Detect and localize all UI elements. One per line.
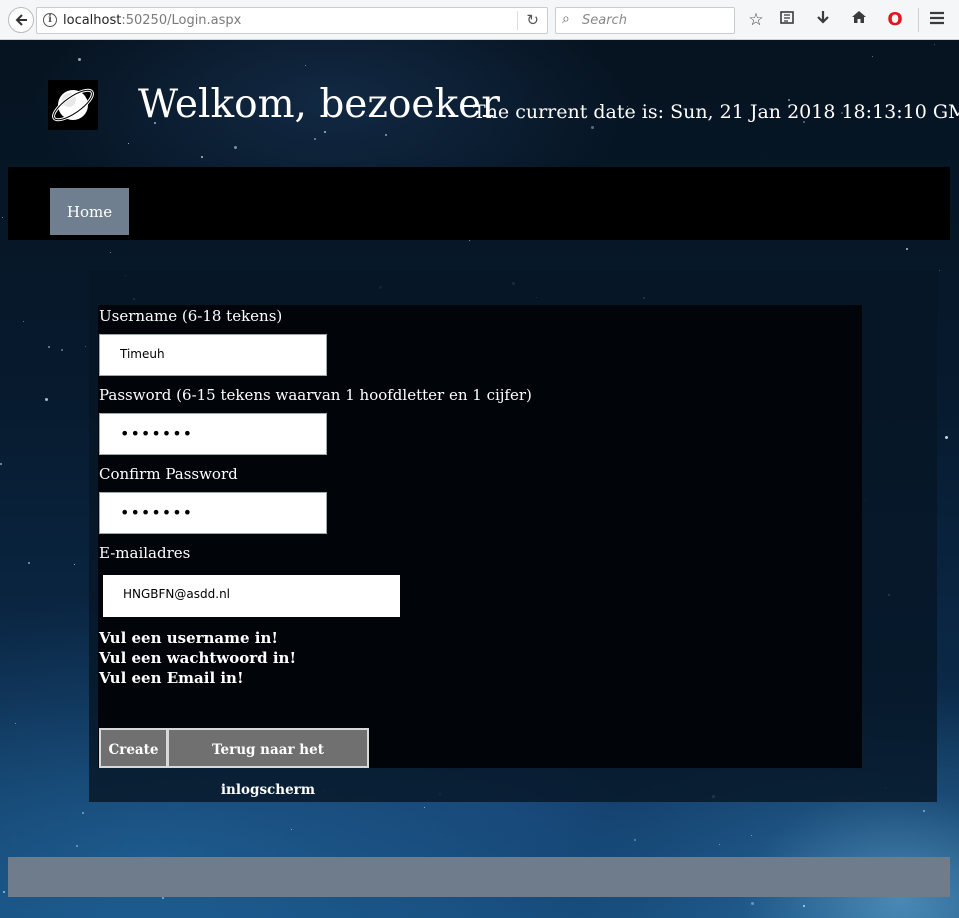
star [2,217,3,218]
star-icon[interactable]: ☆ [745,9,767,31]
url-path: :50250/Login.aspx [121,13,242,28]
star [82,812,84,814]
page-background: Welkom, bezoeker The current date is: Su… [0,40,959,918]
username-label: Username (6-18 tekens) [99,307,283,325]
star [424,807,425,808]
star [751,835,752,836]
star [634,839,636,841]
email-field[interactable]: HNGBFN@asdd.nl [103,575,400,617]
star [85,346,86,347]
hamburger-menu-icon[interactable] [926,9,948,31]
browser-toolbar: i localhost:50250/Login.aspx ↻ ⌕ Search … [0,0,959,40]
url-host: localhost [63,13,122,28]
star [15,723,16,724]
nav-item-home[interactable]: Home [50,188,129,235]
footer-bar [8,857,950,897]
star [23,321,24,322]
search-icon: ⌕ [562,11,570,27]
star [28,562,30,564]
reading-list-icon[interactable] [776,9,798,31]
url-bar[interactable]: i localhost:50250/Login.aspx ↻ [36,7,548,34]
validation-username: Vul een username in! [99,629,278,647]
star [201,156,203,158]
home-icon[interactable] [848,9,870,31]
url-text: localhost:50250/Login.aspx [63,13,241,28]
search-bar[interactable]: ⌕ Search [555,7,735,34]
star [48,346,50,348]
star [719,844,720,845]
confirm-password-label: Confirm Password [99,465,238,483]
star [291,829,292,830]
star [945,436,948,439]
star [76,845,78,847]
star [162,897,164,899]
email-value: HNGBFN@asdd.nl [123,587,231,601]
back-to-login-button[interactable]: Terug naar het inlogscherm [167,728,369,798]
star [78,58,81,61]
confirm-password-field[interactable]: ••••••• [99,492,327,534]
current-date: The current date is: Sun, 21 Jan 2018 18… [473,101,959,123]
star [385,134,387,136]
confirm-password-value: ••••••• [120,503,194,522]
nav-bar: Home [8,167,950,240]
info-icon[interactable]: i [43,13,57,27]
password-label: Password (6-15 tekens waarvan 1 hoofdlet… [99,386,532,404]
email-label: E-mailadres [99,544,191,562]
star [45,398,48,401]
star [324,131,326,133]
opera-icon[interactable]: O [884,9,906,31]
download-icon[interactable] [812,9,834,31]
star [74,564,75,565]
star [872,56,873,57]
star [61,349,63,351]
password-field[interactable]: ••••••• [99,413,327,455]
star [305,65,306,66]
star [906,248,908,250]
username-value: Timeuh [120,347,165,361]
back-arrow-icon[interactable] [8,7,34,33]
create-button[interactable]: Create [99,728,168,768]
star [751,902,754,905]
star [803,905,805,907]
star [3,891,5,893]
star [314,138,316,140]
star [469,240,470,241]
star [110,252,111,253]
page-title: Welkom, bezoeker [138,82,500,127]
star [934,44,935,45]
validation-password: Vul een wachtwoord in! [99,649,297,667]
validation-email: Vul een Email in! [99,669,244,687]
star [591,126,594,129]
star [0,463,2,465]
star [923,810,925,812]
password-value: ••••••• [120,424,194,443]
toolbar-divider [918,8,919,32]
star [234,146,237,149]
star [939,270,940,271]
star [128,143,129,144]
username-field[interactable]: Timeuh [99,334,327,376]
planet-logo-icon[interactable] [48,80,98,130]
search-placeholder: Search [582,13,627,28]
reload-icon[interactable]: ↻ [517,11,539,30]
